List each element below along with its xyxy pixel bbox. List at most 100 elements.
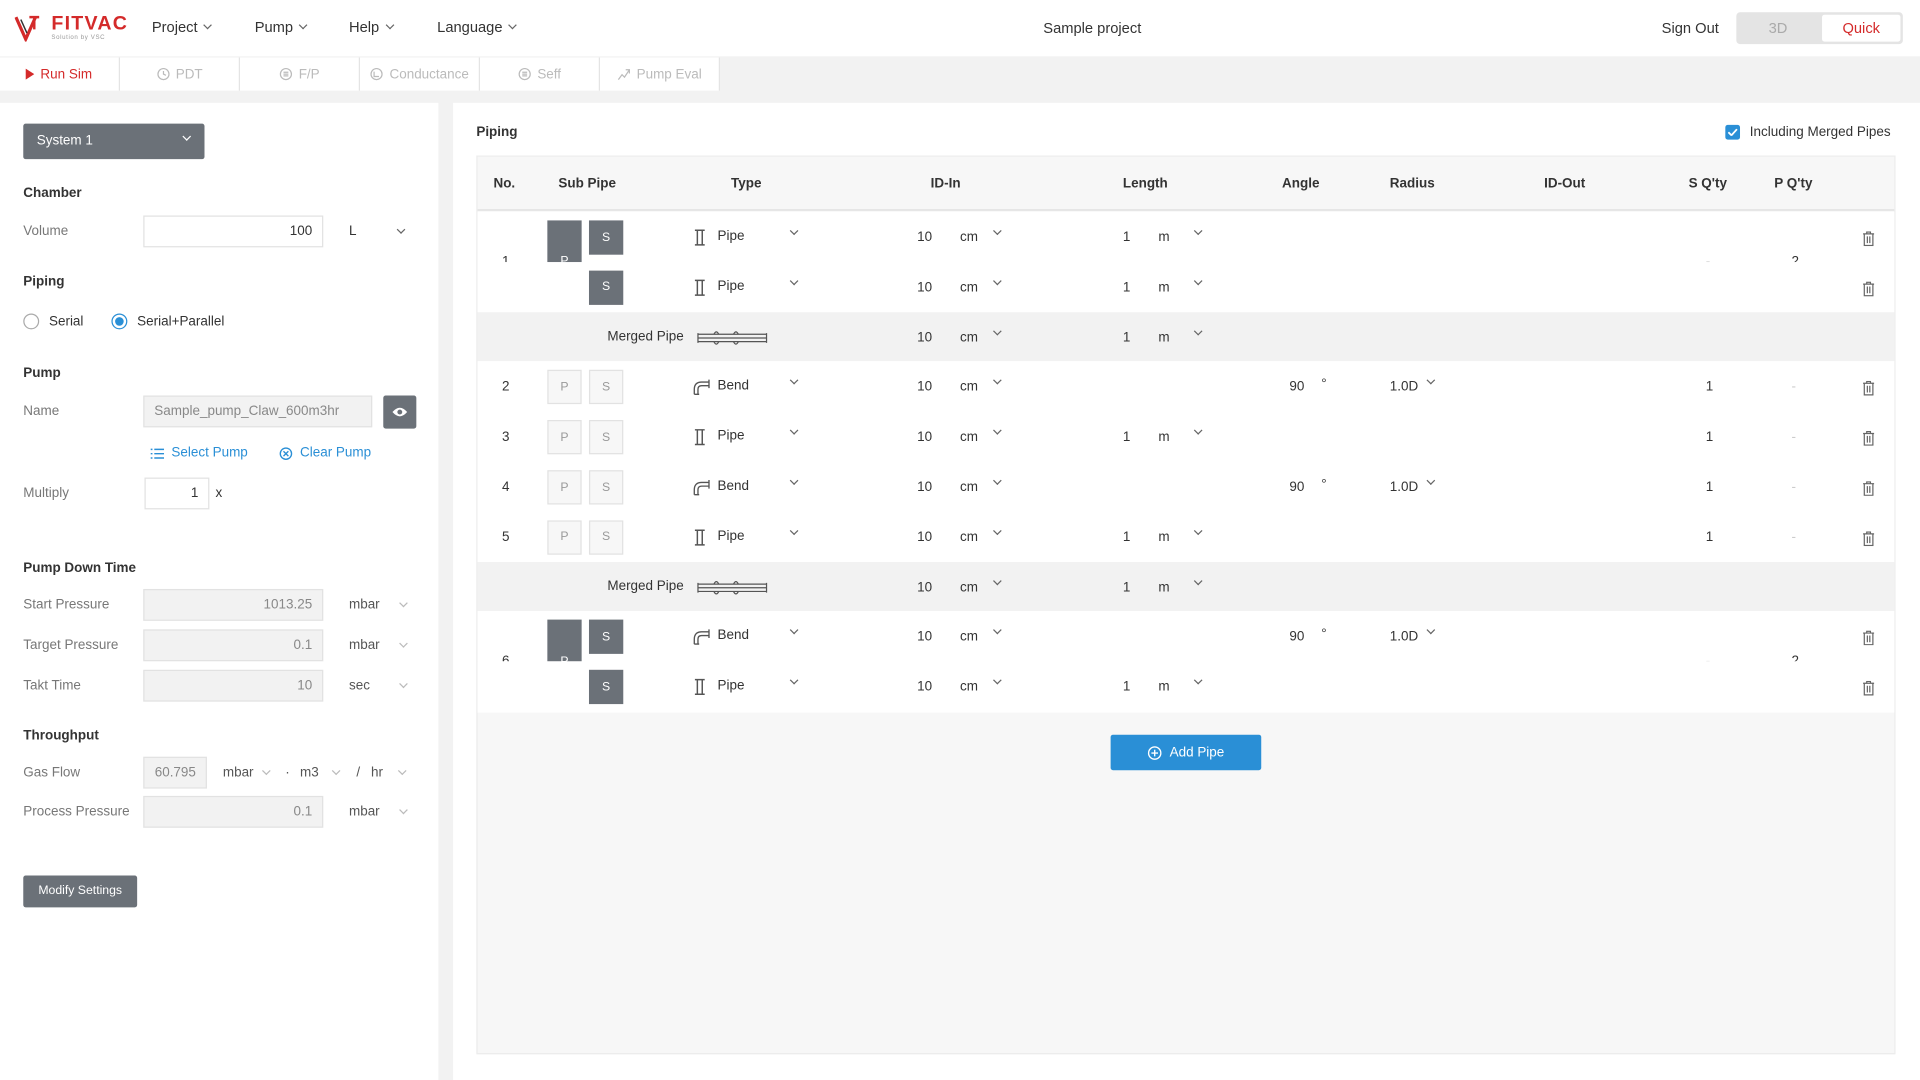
type-select[interactable]: Bend	[718, 476, 804, 499]
id-in-input[interactable]: 10	[917, 680, 932, 695]
delete-row-button[interactable]	[1862, 480, 1875, 496]
sub-pipe-serial-button[interactable]: S	[588, 670, 624, 705]
sub-pipe-parallel-button[interactable]: P	[547, 420, 582, 455]
id-in-input[interactable]: 10	[917, 480, 932, 495]
sub-pipe-serial-button[interactable]: S	[588, 370, 624, 405]
view-pump-button[interactable]	[383, 395, 417, 429]
type-select[interactable]: Bend	[718, 626, 804, 649]
id-in-input[interactable]: 10	[917, 230, 932, 245]
sub-pipe-serial-button[interactable]: S	[588, 620, 624, 655]
sub-pipe-serial-button[interactable]: S	[588, 470, 624, 505]
volume-unit-select[interactable]: L	[349, 224, 408, 239]
tab-pump-eval[interactable]: Pump Eval	[600, 57, 721, 91]
length-unit-select[interactable]: m	[1158, 226, 1203, 250]
gas-flow-input[interactable]: 60.795	[143, 756, 207, 789]
id-in-input[interactable]: 10	[917, 380, 932, 395]
sub-pipe-serial-button[interactable]: S	[588, 520, 624, 555]
length-input[interactable]: 1	[1123, 580, 1131, 595]
takt-time-input[interactable]: 10	[143, 669, 324, 702]
sub-pipe-parallel-button[interactable]: P	[547, 520, 582, 555]
id-in-unit-select[interactable]: cm	[960, 276, 1004, 300]
delete-row-button[interactable]	[1862, 230, 1875, 247]
delete-row-button[interactable]	[1862, 430, 1875, 446]
clear-pump-link[interactable]: Clear Pump	[279, 446, 371, 460]
radio-serial-parallel[interactable]: Serial+Parallel	[111, 313, 224, 330]
gas-flow-unit-time[interactable]: hr	[371, 765, 408, 780]
angle-input[interactable]: 90	[1289, 380, 1304, 395]
sub-pipe-parallel-button[interactable]: P	[547, 370, 582, 405]
length-unit-select[interactable]: m	[1158, 676, 1203, 700]
radius-select[interactable]: 1.0D	[1390, 626, 1439, 650]
menu-help[interactable]: Help	[349, 18, 394, 36]
sub-pipe-serial-button[interactable]: S	[588, 270, 624, 305]
start-pressure-unit[interactable]: mbar	[349, 598, 408, 612]
fitvac-logo[interactable]: FITVAC Solution by VSC	[14, 14, 128, 42]
type-select[interactable]: Pipe	[718, 526, 804, 549]
toggle-3d[interactable]: 3D	[1739, 15, 1817, 42]
length-input[interactable]: 1	[1123, 530, 1131, 545]
id-in-unit-select[interactable]: cm	[960, 676, 1004, 700]
type-select[interactable]: Pipe	[718, 226, 804, 249]
delete-row-button[interactable]	[1862, 280, 1875, 297]
type-select[interactable]: Pipe	[718, 426, 804, 449]
takt-time-unit[interactable]: sec	[349, 678, 408, 693]
length-unit-select[interactable]: m	[1158, 426, 1203, 450]
id-in-input[interactable]: 10	[917, 330, 932, 345]
length-input[interactable]: 1	[1123, 230, 1131, 245]
id-in-unit-select[interactable]: cm	[960, 576, 1004, 600]
gas-flow-unit-pressure[interactable]: mbar	[223, 765, 272, 780]
process-pressure-input[interactable]: 0.1	[143, 795, 324, 828]
length-unit-select[interactable]: m	[1158, 526, 1203, 550]
tab-conductance[interactable]: Conductance	[360, 57, 481, 91]
tab-fp[interactable]: F/P	[240, 57, 361, 91]
delete-row-button[interactable]	[1862, 680, 1875, 696]
menu-language[interactable]: Language	[437, 18, 518, 36]
system-select[interactable]: System 1	[23, 123, 205, 160]
including-merged-pipes-checkbox[interactable]: Including Merged Pipes	[1725, 124, 1891, 140]
select-pump-link[interactable]: Select Pump	[150, 446, 248, 460]
process-pressure-unit[interactable]: mbar	[349, 804, 408, 819]
gas-flow-unit-volume[interactable]: m3	[300, 765, 343, 780]
angle-input[interactable]: 90	[1289, 630, 1304, 645]
add-pipe-button[interactable]: Add Pipe	[1110, 734, 1262, 771]
id-in-unit-select[interactable]: cm	[960, 226, 1004, 250]
length-input[interactable]: 1	[1123, 330, 1131, 345]
toggle-quick[interactable]: Quick	[1822, 14, 1901, 42]
id-in-unit-select[interactable]: cm	[960, 326, 1004, 350]
length-input[interactable]: 1	[1123, 280, 1131, 295]
radio-serial[interactable]: Serial	[23, 313, 83, 330]
menu-project[interactable]: Project	[152, 18, 213, 36]
delete-row-button[interactable]	[1862, 630, 1875, 646]
length-unit-select[interactable]: m	[1158, 326, 1203, 350]
length-unit-select[interactable]: m	[1158, 276, 1203, 300]
id-in-input[interactable]: 10	[917, 280, 932, 295]
pump-name-input[interactable]: Sample_pump_Claw_600m3hr	[143, 395, 373, 428]
id-in-unit-select[interactable]: cm	[960, 426, 1004, 450]
delete-row-button[interactable]	[1862, 380, 1875, 396]
radius-select[interactable]: 1.0D	[1390, 376, 1439, 400]
angle-input[interactable]: 90	[1289, 480, 1304, 495]
id-in-unit-select[interactable]: cm	[960, 376, 1004, 400]
radius-select[interactable]: 1.0D	[1390, 476, 1439, 500]
start-pressure-input[interactable]: 1013.25	[143, 588, 324, 621]
menu-pump[interactable]: Pump	[255, 18, 308, 36]
id-in-input[interactable]: 10	[917, 430, 932, 445]
id-in-unit-select[interactable]: cm	[960, 526, 1004, 550]
sub-pipe-serial-button[interactable]: S	[588, 420, 624, 455]
sub-pipe-parallel-button[interactable]: P	[547, 470, 582, 505]
tab-seff[interactable]: Seff	[480, 57, 601, 91]
id-in-input[interactable]: 10	[917, 530, 932, 545]
length-input[interactable]: 1	[1123, 430, 1131, 445]
target-pressure-unit[interactable]: mbar	[349, 638, 408, 653]
type-select[interactable]: Bend	[718, 376, 804, 399]
modify-settings-button[interactable]: Modify Settings	[23, 875, 138, 908]
id-in-input[interactable]: 10	[917, 630, 932, 645]
length-unit-select[interactable]: m	[1158, 576, 1203, 600]
id-in-input[interactable]: 10	[917, 580, 932, 595]
sub-pipe-serial-button[interactable]: S	[588, 220, 624, 255]
tab-pdt[interactable]: PDT	[120, 57, 241, 91]
type-select[interactable]: Pipe	[718, 276, 804, 299]
length-input[interactable]: 1	[1123, 680, 1131, 695]
tab-run-sim[interactable]: Run Sim	[0, 57, 121, 91]
volume-input[interactable]: 100	[143, 215, 324, 248]
